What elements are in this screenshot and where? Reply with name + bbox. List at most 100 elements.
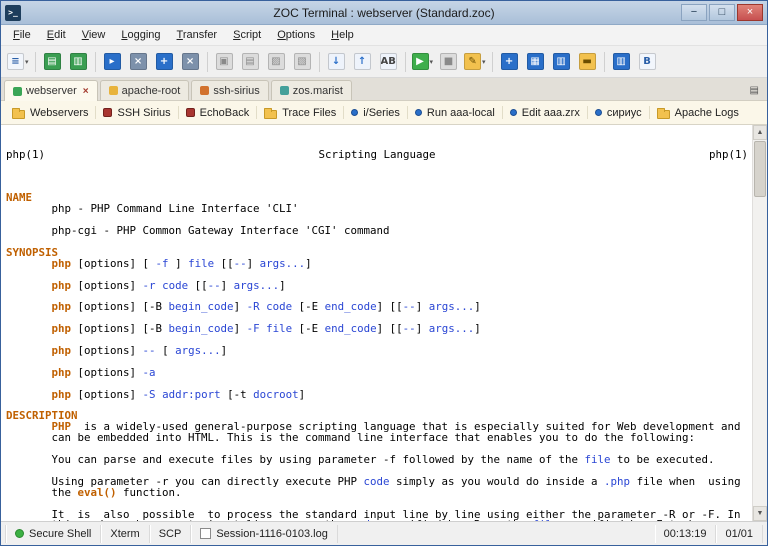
menu-logging[interactable]: Logging <box>113 26 168 44</box>
quick-button-webservers[interactable]: Webservers <box>5 101 95 124</box>
scroll-up-button[interactable]: ▲ <box>753 125 767 140</box>
scrollbar-thumb[interactable] <box>754 141 766 197</box>
disconnect-button[interactable]: × <box>126 49 151 75</box>
edit-script-button[interactable]: ✎▾ <box>462 49 488 75</box>
terminal-text-segment <box>6 344 52 357</box>
log-checkbox[interactable] <box>200 528 211 539</box>
copy-button[interactable]: ▣ <box>212 49 237 75</box>
host-directory-button[interactable]: ▤ <box>40 49 65 75</box>
stop-script-button[interactable]: ■ <box>436 49 461 75</box>
edit-script-button-icon: ✎ <box>464 53 481 70</box>
connection-status[interactable]: Secure Shell <box>5 525 101 543</box>
quick-button-label: сириус <box>607 107 642 119</box>
copy-button-icon: ▣ <box>216 53 233 70</box>
menu-edit[interactable]: Edit <box>39 26 74 44</box>
host-directory-button-icon: ▤ <box>44 53 61 70</box>
menu-transfer[interactable]: Transfer <box>169 26 226 44</box>
run-script-button-icon: ▶ <box>412 53 429 70</box>
connection-profiles-button[interactable]: ▥ <box>66 49 91 75</box>
menu-help[interactable]: Help <box>323 26 362 44</box>
tab-webserver[interactable]: webserver× <box>4 80 98 101</box>
send-file-button[interactable]: ↑ <box>350 49 375 75</box>
minimize-button[interactable]: − <box>681 4 707 21</box>
receive-file-button[interactable]: ↓ <box>324 49 349 75</box>
tab-zos.marist[interactable]: zos.marist <box>271 80 352 100</box>
terminal-text-segment: can be embedded into HTML. This is the c… <box>6 431 695 444</box>
tab-icon <box>200 86 209 95</box>
dropdown-arrow-icon[interactable]: ▾ <box>430 58 434 66</box>
toolbar-separator <box>604 52 605 72</box>
menu-file[interactable]: File <box>5 26 39 44</box>
open-folder-button-icon: ▬ <box>579 53 596 70</box>
tab-close-icon[interactable]: × <box>83 86 89 97</box>
terminal-text-segment <box>6 366 52 379</box>
terminal-text-segment: file <box>188 257 214 270</box>
close-button[interactable]: × <box>737 4 763 21</box>
menu-script[interactable]: Script <box>225 26 269 44</box>
terminal-output[interactable]: php(1) Scripting Language php(1) NAME ph… <box>1 125 752 521</box>
host-icon <box>186 108 195 117</box>
quick-connect-button[interactable]: ≡▾ <box>5 49 31 75</box>
app-icon: >_ <box>5 5 21 21</box>
session-log[interactable]: Session-1116-0103.log <box>191 525 338 543</box>
tab-ssh-sirius[interactable]: ssh-sirius <box>191 80 268 100</box>
new-window-button[interactable]: + <box>497 49 522 75</box>
dropdown-arrow-icon[interactable]: ▾ <box>25 58 29 66</box>
quick-button-i-series[interactable]: i/Series <box>344 101 407 124</box>
terminal-text-segment: args... <box>260 257 306 270</box>
terminal-text-segment: code <box>364 475 390 488</box>
paste-button-icon: ▤ <box>242 53 259 70</box>
receive-file-button-icon: ↓ <box>328 53 345 70</box>
broadcast-button[interactable]: ▥ <box>549 49 574 75</box>
terminal-line: php [options] -a <box>6 368 752 379</box>
tab-apache-root[interactable]: apache-root <box>100 80 190 100</box>
connect-button[interactable]: ▸ <box>100 49 125 75</box>
terminal-text-segment: function. <box>117 486 182 499</box>
stop-script-button-icon: ■ <box>440 53 457 70</box>
quick-button-trace-files[interactable]: Trace Files <box>257 101 343 124</box>
emulation-indicator[interactable]: Xterm <box>101 525 149 543</box>
title-bar[interactable]: >_ ZOC Terminal : webserver (Standard.zo… <box>1 1 767 25</box>
menu-options[interactable]: Options <box>269 26 323 44</box>
terminal-text-segment: docroot <box>253 388 299 401</box>
open-folder-button[interactable]: ▬ <box>575 49 600 75</box>
select-text-button[interactable]: ▨ <box>264 49 289 75</box>
new-session-button[interactable]: + <box>152 49 177 75</box>
dropdown-arrow-icon[interactable]: ▾ <box>482 58 486 66</box>
font-settings-button[interactable]: B <box>635 49 660 75</box>
run-script-button[interactable]: ▶▾ <box>410 49 436 75</box>
terminal-text-segment <box>6 300 52 313</box>
maximize-button[interactable]: □ <box>709 4 735 21</box>
terminal-line: php [options] -r code [[--] args...] <box>6 281 752 292</box>
tab-list: webserver×apache-root ssh-sirius zos.maris… <box>4 80 746 100</box>
scroll-down-button[interactable]: ▼ <box>753 506 767 521</box>
close-session-button[interactable]: × <box>178 49 203 75</box>
tab-overview-button[interactable]: ▤ <box>746 83 763 98</box>
menu-bar: FileEditViewLoggingTransferScriptOptions… <box>1 25 767 46</box>
quick-button-echoback[interactable]: EchoBack <box>179 101 257 124</box>
quick-button-edit-aaa-zrx[interactable]: Edit aaa.zrx <box>503 101 587 124</box>
terminal-text-segment: begin_code <box>169 322 234 335</box>
quick-button-ssh-sirius[interactable]: SSH Sirius <box>96 101 177 124</box>
scrollbar[interactable]: ▲ ▼ <box>752 125 767 521</box>
new-session-button-icon: + <box>156 53 173 70</box>
paste-button[interactable]: ▤ <box>238 49 263 75</box>
terminal-text-segment: ] <box>169 257 189 270</box>
translate-button[interactable]: AB <box>376 49 401 75</box>
quick-button-run-aaa-local[interactable]: Run aaa-local <box>408 101 502 124</box>
select-text-button-icon: ▨ <box>268 53 285 70</box>
quick-button-сириус[interactable]: сириус <box>588 101 649 124</box>
terminal-text-segment: -a <box>143 366 156 379</box>
quick-button-apache-logs[interactable]: Apache Logs <box>650 101 746 124</box>
terminal-text-segment: end_code <box>325 322 377 335</box>
quick-button-label: Webservers <box>30 107 88 119</box>
terminal-text-segment: ] <box>234 300 247 313</box>
protocol-indicator[interactable]: SCP <box>150 525 192 543</box>
clear-screen-button[interactable]: ▧ <box>290 49 315 75</box>
address-book-button[interactable]: ▥ <box>609 49 634 75</box>
tile-windows-button[interactable]: ▦ <box>523 49 548 75</box>
scrollbar-track[interactable] <box>753 198 767 506</box>
terminal-text-segment: ] <box>474 300 481 313</box>
tab-label: ssh-sirius <box>213 85 259 97</box>
menu-view[interactable]: View <box>74 26 114 44</box>
